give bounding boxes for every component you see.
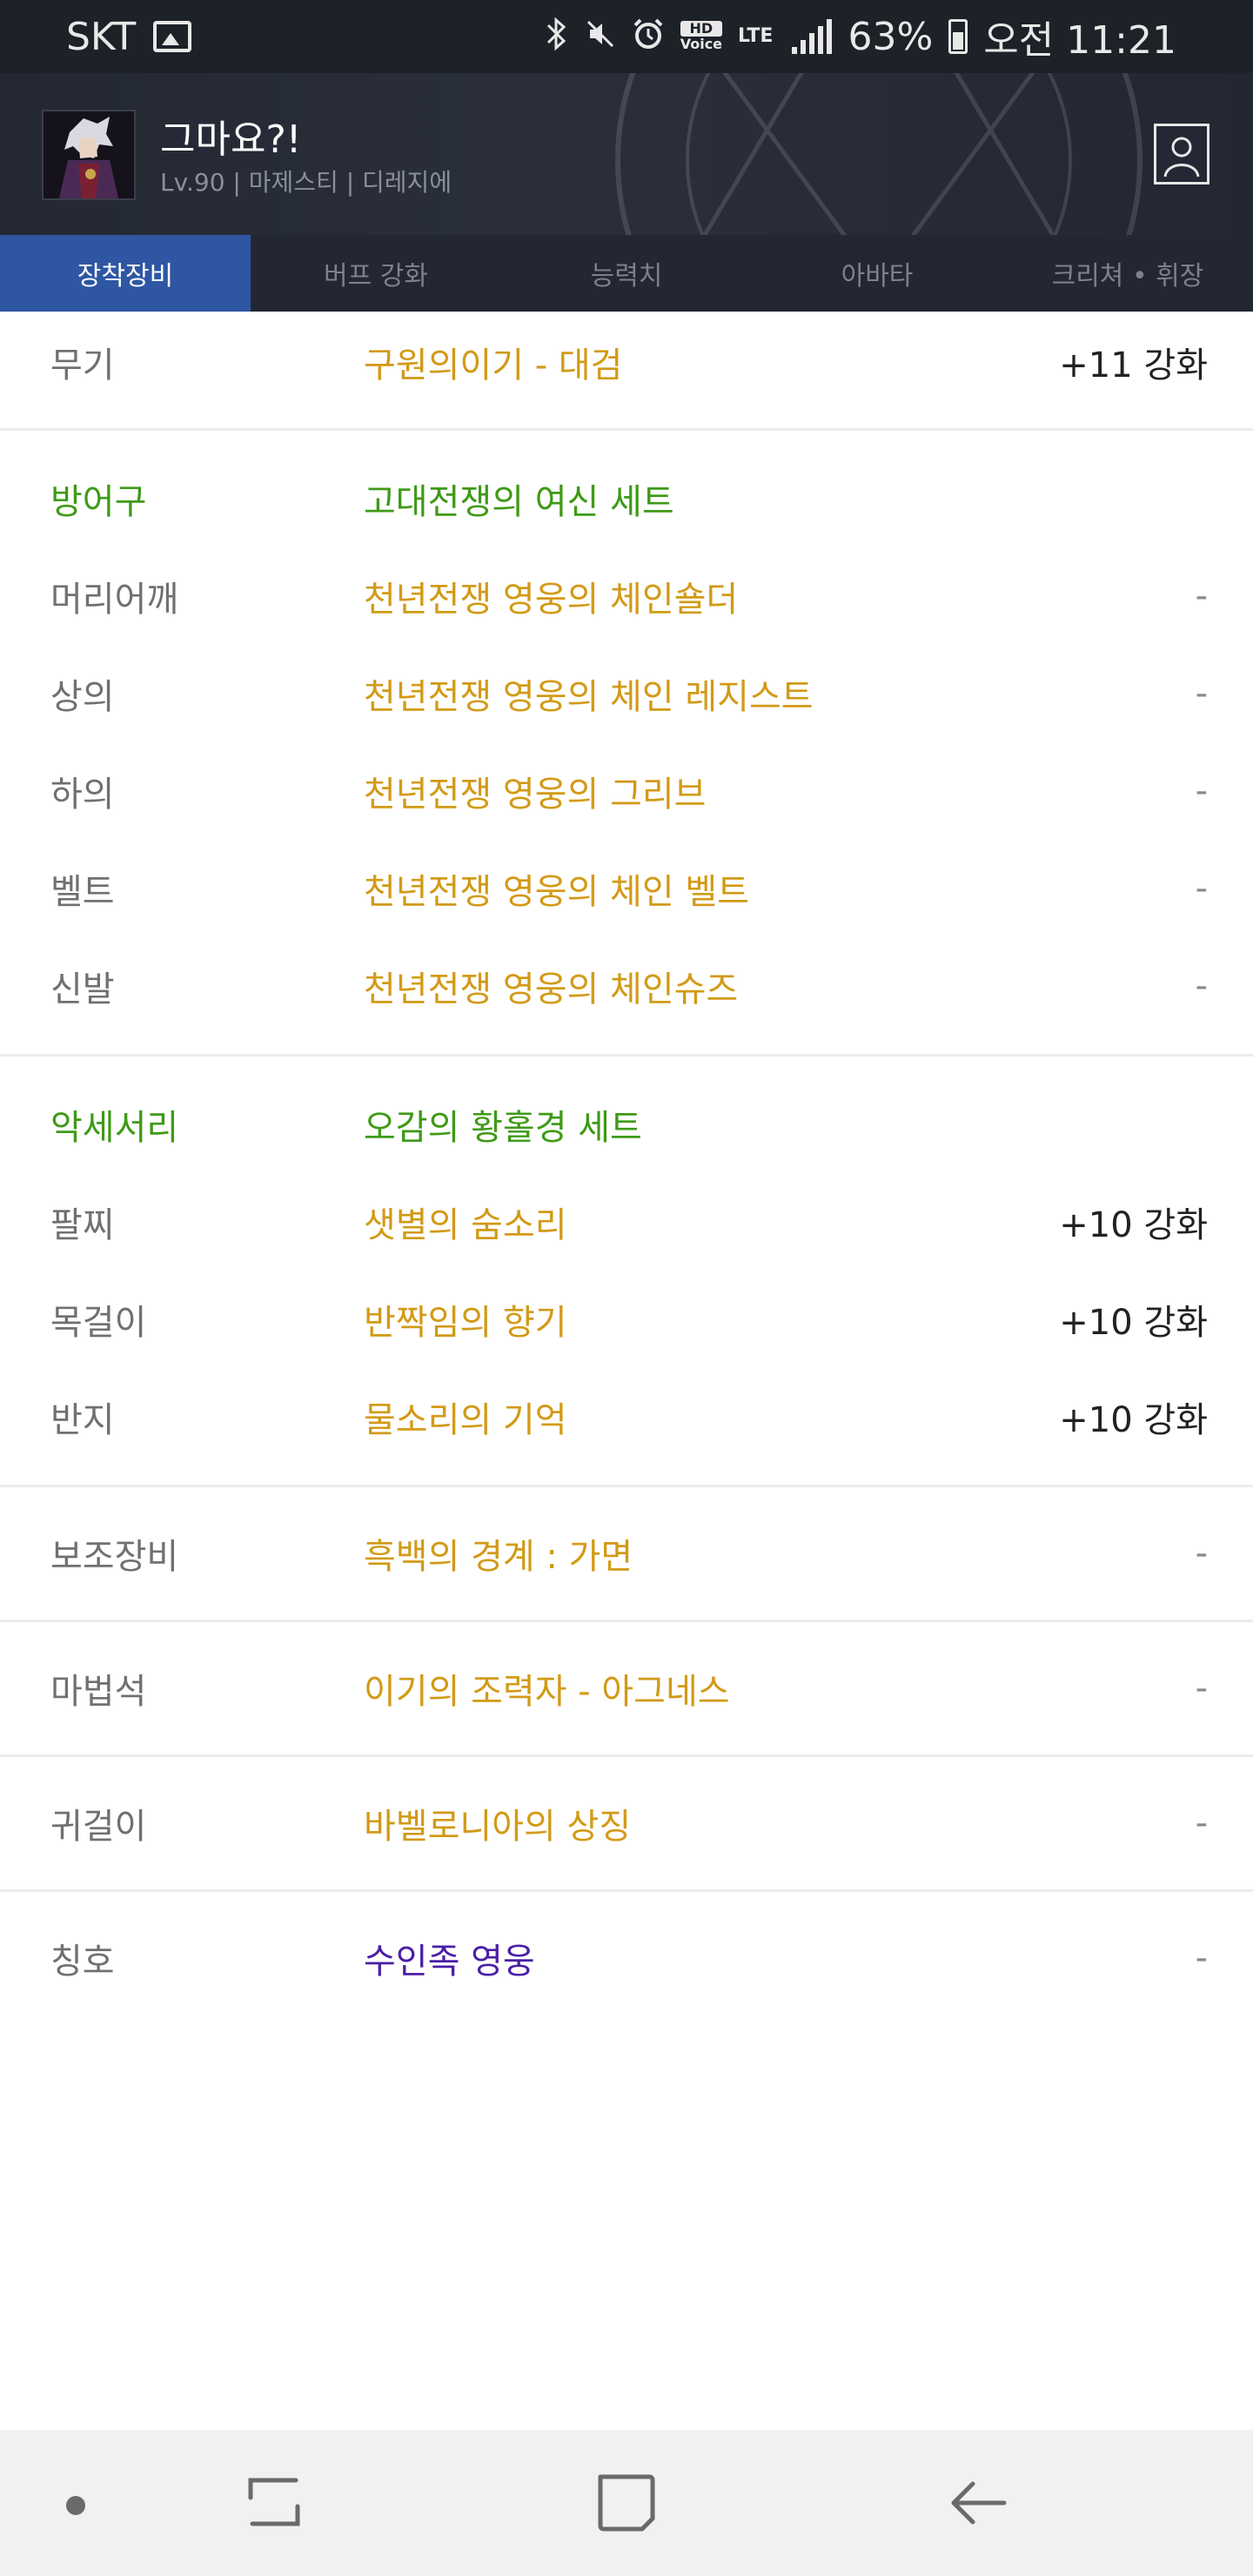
- carrier-label: SKT: [66, 14, 137, 59]
- slot-label: 보조장비: [50, 1537, 179, 1577]
- equipment-row-shoulder[interactable]: 머리어깨 천년전쟁 영웅의 체인숄더 -: [0, 547, 1253, 645]
- avatar[interactable]: [42, 110, 136, 200]
- item-name: 반짝임의 향기: [364, 1303, 567, 1343]
- accessory-section: 악세서리 오감의 황홀경 세트 팔찌 샛별의 숨소리 +10 강화 목걸이 반짝…: [0, 1057, 1253, 1487]
- tab-avatar[interactable]: 아바타: [752, 235, 1002, 312]
- item-name: 천년전쟁 영웅의 체인숄더: [364, 580, 739, 620]
- item-name: 이기의 조력자 - 아그네스: [364, 1672, 730, 1712]
- image-icon: [153, 21, 192, 52]
- item-name: 천년전쟁 영웅의 그리브: [364, 775, 707, 815]
- equipment-row-weapon[interactable]: 무기 구원의이기 - 대검 +11 강화: [0, 313, 1253, 411]
- navigation-bar: [0, 2430, 1253, 2576]
- voice-label: Voice: [680, 36, 723, 52]
- nav-dot-icon[interactable]: [66, 2496, 85, 2515]
- character-name: 그마요?!: [160, 117, 302, 162]
- equipment-row-earring[interactable]: 귀걸이 바벨로니아의 상징 -: [0, 1774, 1253, 1872]
- mute-icon: [585, 18, 616, 56]
- tab-buff[interactable]: 버프 강화: [251, 235, 501, 312]
- enhance-value: +10 강화: [1059, 1205, 1208, 1245]
- enhance-value: +11 강화: [1059, 345, 1208, 386]
- equipment-list: 무기 구원의이기 - 대검 +11 강화 방어구 고대전쟁의 여신 세트 머리어…: [0, 312, 1253, 2024]
- set-name: 오감의 황홀경 세트: [364, 1108, 642, 1148]
- recent-apps-icon[interactable]: [244, 2472, 305, 2538]
- back-icon[interactable]: [947, 2472, 1009, 2538]
- item-name: 물소리의 기억: [364, 1400, 567, 1440]
- slot-label: 반지: [50, 1400, 115, 1440]
- item-name: 구원의이기 - 대검: [364, 345, 623, 386]
- hd-voice-badge: HD Voice: [680, 21, 723, 52]
- home-icon[interactable]: [593, 2470, 660, 2539]
- equipment-row-top[interactable]: 상의 천년전쟁 영웅의 체인 레지스트 -: [0, 645, 1253, 742]
- tab-equipment[interactable]: 장착장비: [0, 235, 251, 312]
- equipment-row-belt[interactable]: 벨트 천년전쟁 영웅의 체인 벨트 -: [0, 840, 1253, 937]
- enhance-value: -: [1195, 869, 1208, 909]
- hd-label: HD: [680, 21, 723, 37]
- slot-label: 방어구: [50, 482, 147, 522]
- equipment-row-bracelet[interactable]: 팔찌 샛별의 숨소리 +10 강화: [0, 1173, 1253, 1271]
- slot-label: 하의: [50, 775, 115, 815]
- equipment-row-title[interactable]: 칭호 수인족 영웅 -: [0, 1909, 1253, 2007]
- slot-label: 악세서리: [50, 1108, 179, 1148]
- slot-label: 목걸이: [50, 1303, 147, 1343]
- profile-button[interactable]: [1154, 124, 1209, 184]
- slot-label: 귀걸이: [50, 1807, 147, 1847]
- slot-label: 머리어깨: [50, 580, 179, 620]
- signal-icon: [788, 19, 833, 54]
- item-name: 흑백의 경계 : 가면: [364, 1537, 633, 1577]
- item-name: 천년전쟁 영웅의 체인슈즈: [364, 969, 739, 1010]
- equipment-row-bottom[interactable]: 하의 천년전쟁 영웅의 그리브 -: [0, 742, 1253, 840]
- sub-equip-section: 보조장비 흑백의 경계 : 가면 -: [0, 1487, 1253, 1622]
- earring-section: 귀걸이 바벨로니아의 상징 -: [0, 1757, 1253, 1892]
- enhance-value: +10 강화: [1059, 1400, 1208, 1440]
- weapon-section: 무기 구원의이기 - 대검 +11 강화: [0, 312, 1253, 431]
- item-name: 샛별의 숨소리: [364, 1205, 567, 1245]
- bluetooth-icon: [545, 17, 569, 57]
- slot-label: 벨트: [50, 872, 115, 912]
- slot-label: 무기: [50, 345, 115, 386]
- enhance-value: -: [1195, 1803, 1208, 1843]
- equipment-row-magic-stone[interactable]: 마법석 이기의 조력자 - 아그네스 -: [0, 1640, 1253, 1737]
- enhance-value: -: [1195, 966, 1208, 1006]
- enhance-value: -: [1195, 1668, 1208, 1708]
- enhance-value: -: [1195, 674, 1208, 714]
- tab-bar: 장착장비 버프 강화 능력치 아바타 크리쳐 • 휘장: [0, 235, 1253, 312]
- armor-section: 방어구 고대전쟁의 여신 세트 머리어깨 천년전쟁 영웅의 체인숄더 - 상의 …: [0, 431, 1253, 1057]
- status-bar: SKT HD Voice LTE 63% 오전 11:21: [0, 0, 1253, 73]
- slot-label: 신발: [50, 969, 115, 1010]
- armor-set-header: 방어구 고대전쟁의 여신 세트: [0, 450, 1253, 547]
- tab-stats[interactable]: 능력치: [501, 235, 752, 312]
- enhance-value: -: [1195, 1938, 1208, 1978]
- battery-percent: 63%: [848, 14, 934, 59]
- item-name: 수인족 영웅: [364, 1942, 535, 1982]
- slot-label: 칭호: [50, 1942, 115, 1982]
- enhance-value: +10 강화: [1059, 1303, 1208, 1343]
- title-section: 칭호 수인족 영웅 -: [0, 1892, 1253, 2024]
- tab-creature-emblem[interactable]: 크리쳐 • 휘장: [1002, 235, 1253, 312]
- lte-label: LTE: [738, 25, 774, 47]
- equipment-row-ring[interactable]: 반지 물소리의 기억 +10 강화: [0, 1368, 1253, 1466]
- slot-label: 상의: [50, 677, 115, 717]
- item-name: 천년전쟁 영웅의 체인 레지스트: [364, 677, 814, 717]
- enhance-value: -: [1195, 1533, 1208, 1573]
- set-name: 고대전쟁의 여신 세트: [364, 482, 674, 522]
- item-name: 바벨로니아의 상징: [364, 1807, 632, 1847]
- enhance-value: -: [1195, 771, 1208, 811]
- slot-label: 마법석: [50, 1672, 147, 1712]
- enhance-value: -: [1195, 576, 1208, 616]
- equipment-row-necklace[interactable]: 목걸이 반짝임의 향기 +10 강화: [0, 1271, 1253, 1368]
- magic-stone-section: 마법석 이기의 조력자 - 아그네스 -: [0, 1622, 1253, 1757]
- equipment-row-sub-equip[interactable]: 보조장비 흑백의 경계 : 가면 -: [0, 1505, 1253, 1602]
- battery-icon: [948, 19, 968, 54]
- accessory-set-header: 악세서리 오감의 황홀경 세트: [0, 1076, 1253, 1173]
- clock: 오전 11:21: [983, 18, 1176, 63]
- header-emblem-decoration: [615, 73, 1142, 235]
- alarm-icon: [632, 17, 665, 57]
- profile-header: 그마요?! Lv.90 | 마제스티 | 디레지에: [0, 73, 1253, 235]
- character-info: Lv.90 | 마제스티 | 디레지에: [160, 168, 452, 197]
- slot-label: 팔찌: [50, 1205, 115, 1245]
- equipment-row-shoes[interactable]: 신발 천년전쟁 영웅의 체인슈즈 -: [0, 937, 1253, 1035]
- profile-icon: [1163, 137, 1200, 178]
- item-name: 천년전쟁 영웅의 체인 벨트: [364, 872, 749, 912]
